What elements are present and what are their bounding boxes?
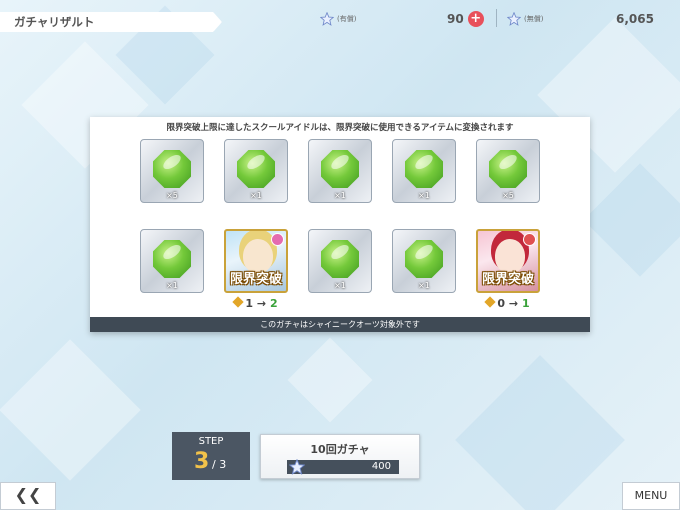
page-title: ガチャリザルト (14, 15, 95, 29)
progress-from: 0 (497, 297, 506, 310)
idol-card: 限界突破 (476, 229, 540, 293)
progress-to: 2 (269, 297, 278, 310)
diamond-icon (484, 296, 497, 308)
item-quantity: ×1 (250, 191, 262, 200)
progress-to: 1 (521, 297, 530, 310)
limit-break-progress: 1 → 2 (224, 296, 288, 310)
result-panel: 限界突破上限に達したスクールアイドルは、限界突破に使用できるアイテムに変換されま… (90, 117, 590, 332)
page-title-tab: ガチャリザルト (0, 12, 222, 32)
item-quantity: ×1 (334, 191, 346, 200)
item-slot[interactable]: ×1 (392, 229, 456, 293)
item-quantity: ×1 (418, 281, 430, 290)
limit-break-label: 限界突破 (481, 272, 534, 287)
item-slot[interactable]: ×1 (392, 139, 456, 203)
item-slot[interactable]: ×5 (476, 139, 540, 203)
step-indicator: STEP 3 / 3 (172, 432, 250, 480)
star-gem-icon (289, 459, 305, 475)
item-slot[interactable]: ×1 (140, 229, 204, 293)
progress-from: 1 (245, 297, 254, 310)
gacha-button-title: 10回ガチャ (310, 443, 370, 456)
panel-footer-note: このガチャはシャイニークオーツ対象外です (90, 317, 590, 332)
paid-currency: (有償) (320, 9, 356, 29)
attribute-icon (271, 233, 284, 246)
free-amount: 6,065 (616, 12, 654, 26)
item-quantity: ×5 (166, 191, 178, 200)
attribute-icon (523, 233, 536, 246)
star-gem-icon (320, 12, 334, 26)
step-current: 3 (194, 449, 210, 474)
paid-amount-group: 90 + (447, 9, 484, 29)
step-label: STEP (198, 436, 224, 447)
item-quantity: ×1 (166, 281, 178, 290)
step-total: / 3 (212, 458, 227, 471)
free-currency: (無償) (507, 9, 543, 29)
item-slot[interactable]: ×5 (140, 139, 204, 203)
gacha-10-button[interactable]: 10回ガチャ 400 (260, 434, 420, 479)
add-currency-button[interactable]: + (467, 11, 484, 27)
idol-card: 限界突破 (224, 229, 288, 293)
menu-button[interactable]: MENU (622, 482, 680, 510)
conversion-message: 限界突破上限に達したスクールアイドルは、限界突破に使用できるアイテムに変換されま… (166, 123, 514, 133)
divider (496, 9, 497, 27)
star-gem-icon (507, 12, 521, 26)
item-quantity: ×1 (418, 191, 430, 200)
item-slot[interactable]: ×1 (308, 229, 372, 293)
paid-amount: 90 (447, 12, 464, 26)
item-quantity: ×5 (502, 191, 514, 200)
free-amount-group: 6,065 (616, 9, 654, 29)
limit-break-label: 限界突破 (229, 272, 282, 287)
item-slot[interactable]: ×1 (308, 139, 372, 203)
paid-label: (有償) (337, 15, 357, 23)
card-slot[interactable]: 限界突破 (476, 229, 540, 293)
limit-break-progress: 0 → 1 (476, 296, 540, 310)
item-slot[interactable]: ×1 (224, 139, 288, 203)
back-button[interactable]: ❮❮ (0, 482, 56, 510)
diamond-icon (232, 296, 245, 308)
card-slot[interactable]: 限界突破 (224, 229, 288, 293)
item-quantity: ×1 (334, 281, 346, 290)
free-label: (無償) (524, 15, 544, 23)
